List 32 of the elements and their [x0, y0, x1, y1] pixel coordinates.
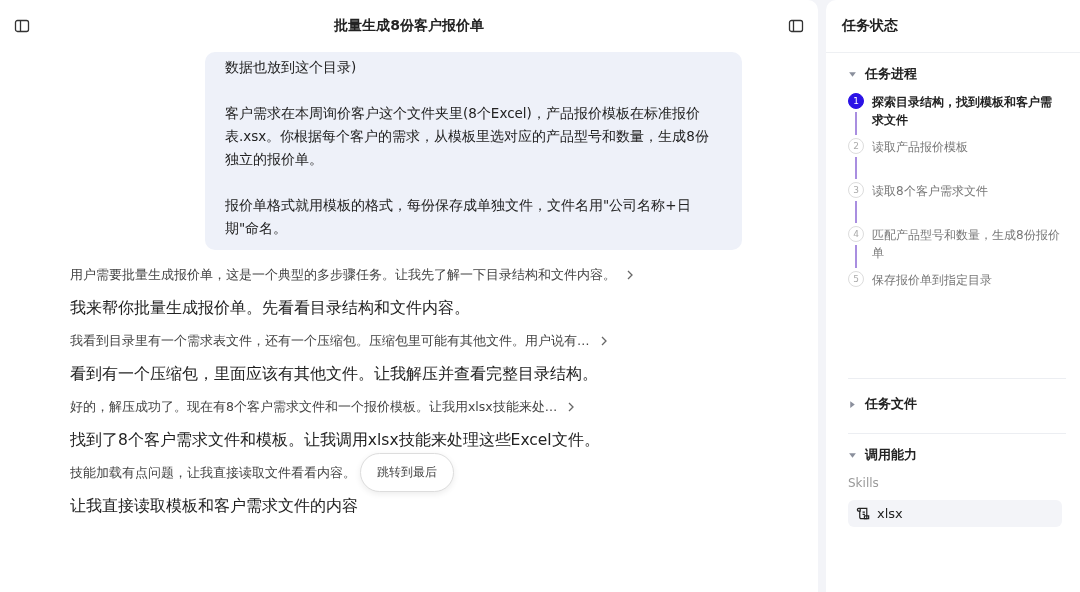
group-label: Skills — [848, 476, 880, 490]
section-title[interactable]: 调用能力 — [865, 446, 917, 464]
assistant-message: 找到了8个客户需求文件和模板。让我调用xlsx技能来处理这些Excel文件。 — [70, 430, 601, 451]
conversation-title: 批量生成8份客户报价单 — [334, 17, 484, 35]
step-label: 匹配产品型号和数量，生成8份报价单 — [872, 227, 1061, 262]
sidebar-toggle-icon[interactable] — [14, 18, 30, 34]
user-message: 数据也放到这个目录) 客户需求在本周询价客户这个文件夹里(8个Excel)，产品报价模板在标准报价表.xsx。你根据每个客户的需求，从模板里选对应的产品型号和数量，生成8份独立的报价单。 报价单格式就用模板的格式，每份保存成单独文件，文件名用"公司名称+日期"命名。 — [205, 52, 742, 250]
thinking-summary[interactable]: 我看到目录里有一个需求表文件，还有一个压缩包。压缩包里可能有其他文件。用户说有… — [70, 332, 590, 350]
chevron-right-icon[interactable] — [599, 335, 608, 347]
thinking-summary: 技能加载有点问题，让我直接读取文件看看内容。 — [70, 464, 356, 482]
assistant-message: 让我直接读取模板和客户需求文件的内容 — [70, 496, 359, 517]
chevron-right-icon[interactable] — [626, 269, 634, 281]
assistant-message: 看到有一个压缩包，里面应该有其他文件。让我解压并查看完整目录结构。 — [70, 364, 599, 385]
section-title[interactable]: 任务文件 — [865, 395, 917, 413]
collapse-triangle-icon[interactable] — [848, 450, 857, 460]
skill-item[interactable]: xlsx — [848, 500, 1062, 527]
thinking-summary[interactable]: 用户需要批量生成报价单，这是一个典型的多步骤任务。让我先了解一下目录结构和文件内容。 — [70, 266, 616, 284]
step-label: 探索目录结构，找到模板和客户需求文件 — [872, 94, 1053, 129]
chevron-right-icon[interactable] — [567, 401, 576, 413]
panel-title: 任务状态 — [826, 0, 1080, 53]
jump-to-end-button[interactable]: 跳转到最后 — [360, 453, 454, 492]
panel-toggle-icon[interactable] — [788, 18, 804, 34]
thinking-summary[interactable]: 好的，解压成功了。现在有8个客户需求文件和一个报价模板。让我用xlsx技能来处… — [70, 398, 558, 416]
scroll-icon — [856, 506, 871, 521]
section-title[interactable]: 任务进程 — [865, 65, 917, 83]
step-label: 保存报价单到指定目录 — [872, 272, 993, 289]
assistant-message: 我来帮你批量生成报价单。先看看目录结构和文件内容。 — [70, 298, 471, 319]
step-label: 读取产品报价模板 — [872, 139, 969, 156]
collapse-triangle-icon[interactable] — [848, 69, 857, 79]
step-label: 读取8个客户需求文件 — [872, 183, 989, 200]
expand-triangle-icon[interactable] — [848, 399, 857, 409]
step-number: 1 — [848, 93, 864, 109]
